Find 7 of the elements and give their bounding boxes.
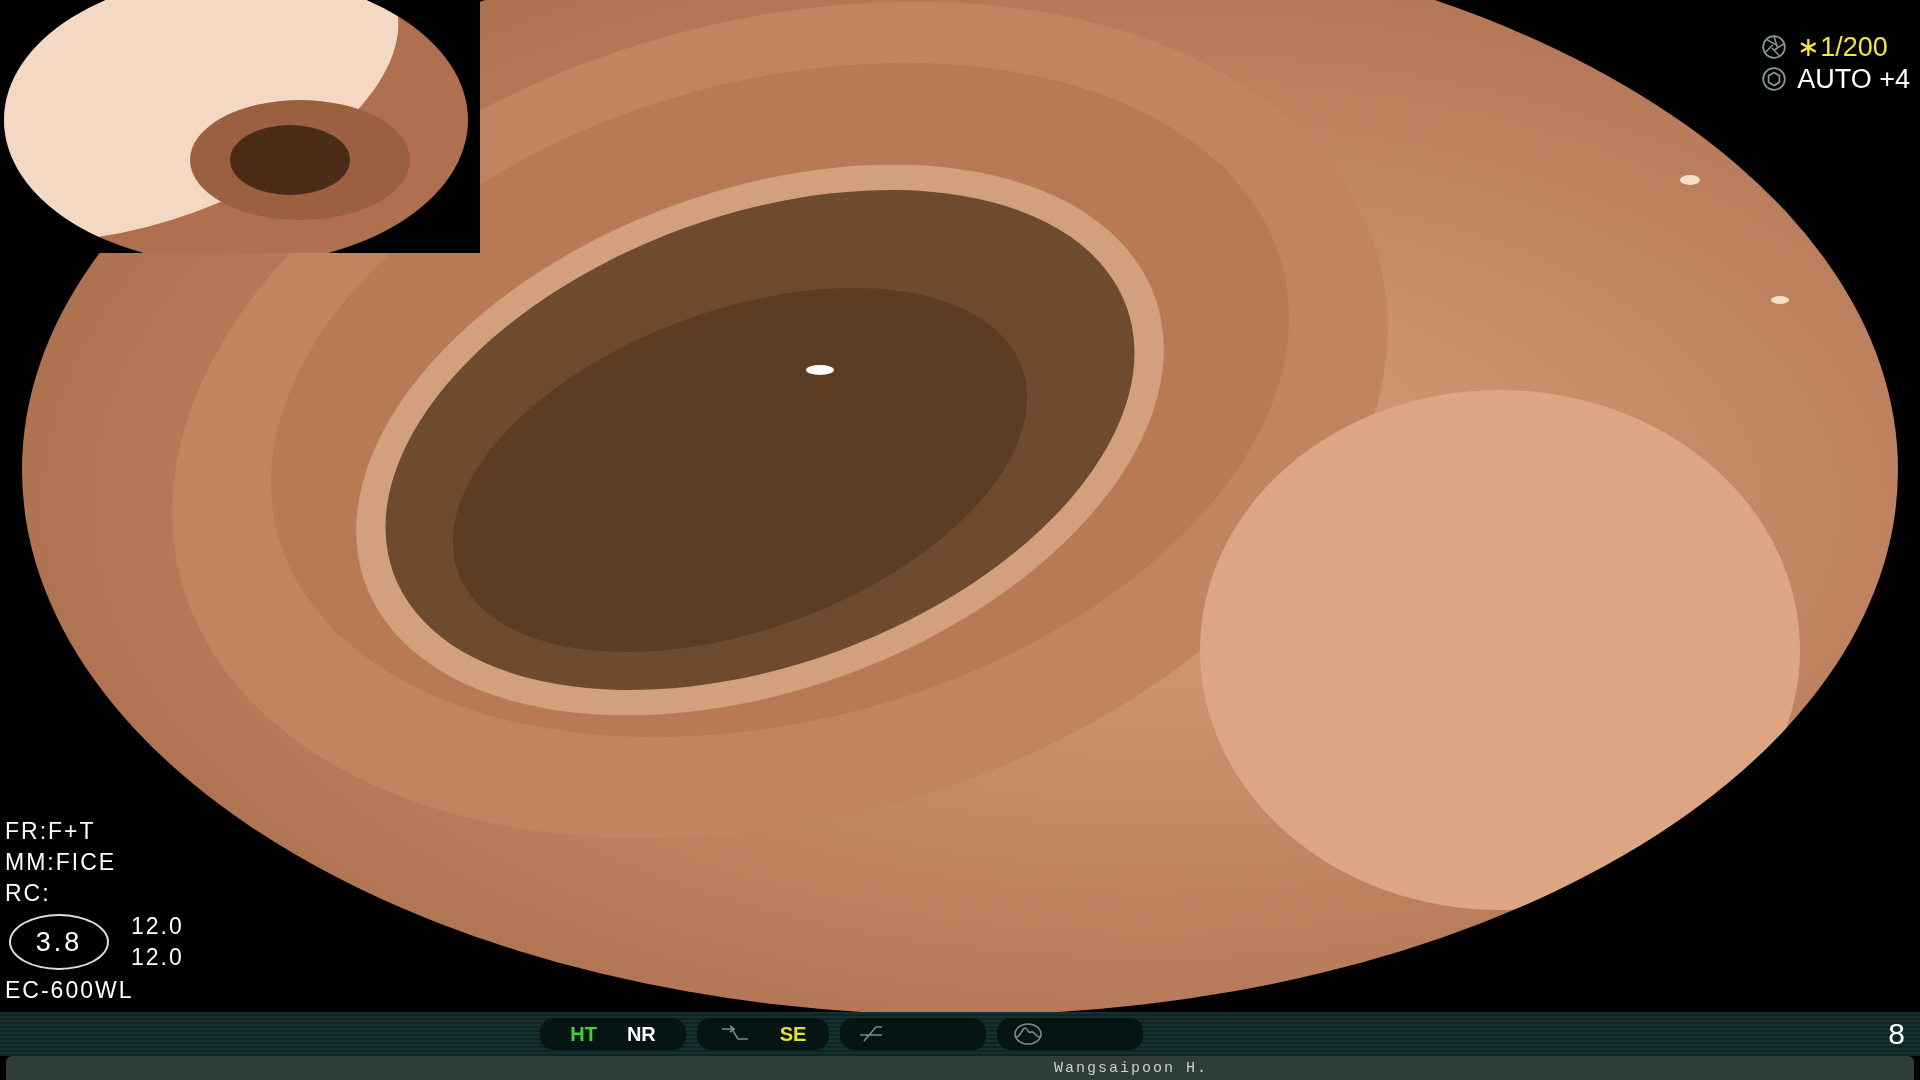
page-number: 8: [1888, 1017, 1905, 1051]
operator-name: Wangsaipoon H.: [1054, 1059, 1209, 1077]
status-label: SE: [779, 1022, 807, 1046]
status-label: HT: [570, 1022, 597, 1046]
curve-icon: [719, 1025, 750, 1043]
wave-icon: [1013, 1022, 1043, 1046]
status-label: NR: [626, 1022, 656, 1046]
